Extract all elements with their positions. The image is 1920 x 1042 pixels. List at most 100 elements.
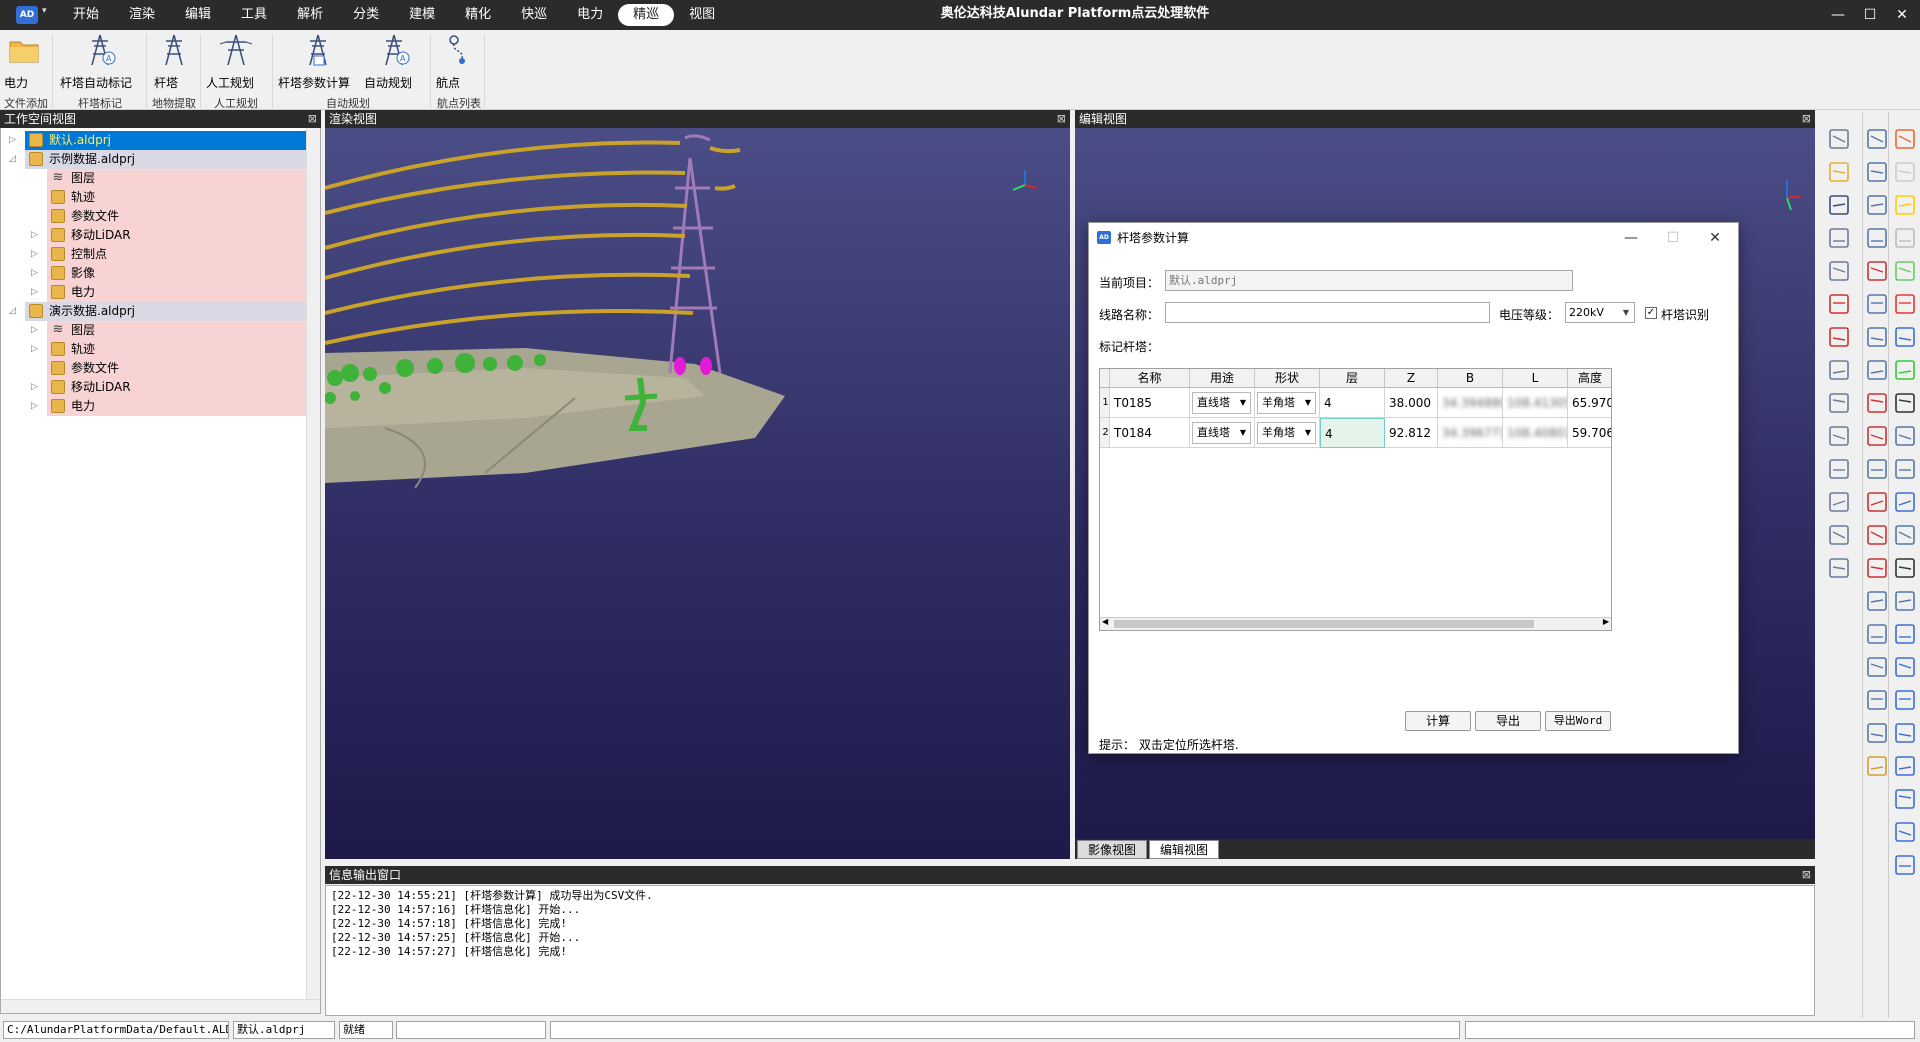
- col-use[interactable]: 用途: [1190, 369, 1255, 388]
- export-button[interactable]: 导出: [1475, 711, 1541, 731]
- edit-tool-icon[interactable]: [1864, 588, 1890, 614]
- cell-name[interactable]: T0185: [1110, 388, 1190, 418]
- expand-arrow-icon[interactable]: ▷: [31, 397, 38, 416]
- app-logo[interactable]: AD: [16, 6, 38, 24]
- edit-tool-icon[interactable]: [1864, 126, 1890, 152]
- edit-tool-icon[interactable]: [1864, 423, 1890, 449]
- waypoint-button[interactable]: 航点: [436, 32, 480, 92]
- expand-arrow-icon[interactable]: ▷: [31, 321, 38, 340]
- view-tool-icon[interactable]: [1826, 258, 1852, 284]
- voltage-select[interactable]: 220kV ▼: [1565, 302, 1635, 323]
- tab-power[interactable]: 电力: [562, 4, 618, 26]
- render-tool-icon[interactable]: [1892, 126, 1918, 152]
- edit-tool-icon[interactable]: [1864, 159, 1890, 185]
- view-tool-icon[interactable]: [1826, 423, 1852, 449]
- edit-tool-icon[interactable]: [1864, 489, 1890, 515]
- workspace-scrollbar[interactable]: [306, 128, 320, 1013]
- render-tool-icon[interactable]: [1892, 753, 1918, 779]
- cell-layer-selected[interactable]: 4: [1320, 418, 1385, 448]
- use-select[interactable]: 直线塔 ▼: [1192, 392, 1251, 414]
- edit-tool-icon[interactable]: [1864, 621, 1890, 647]
- render-tool-icon[interactable]: [1892, 258, 1918, 284]
- edit-tool-icon[interactable]: [1864, 258, 1890, 284]
- tab-edit-view[interactable]: 编辑视图: [1149, 840, 1220, 859]
- export-word-button[interactable]: 导出Word: [1545, 711, 1611, 731]
- tree-item[interactable]: ▷ 影像: [1, 264, 318, 283]
- tab-image-view[interactable]: 影像视图: [1077, 840, 1148, 859]
- dialog-maximize-icon[interactable]: ☐: [1658, 223, 1688, 253]
- minimize-icon[interactable]: —: [1826, 4, 1850, 26]
- view-tool-icon[interactable]: [1826, 456, 1852, 482]
- cell-layer[interactable]: 4: [1320, 388, 1385, 418]
- auto-plan-button[interactable]: A 自动规划: [364, 32, 424, 92]
- view-tool-icon[interactable]: [1826, 357, 1852, 383]
- view-tool-icon[interactable]: [1826, 522, 1852, 548]
- render-tool-icon[interactable]: [1892, 489, 1918, 515]
- tree-item[interactable]: 参数文件: [1, 207, 318, 226]
- tree-item[interactable]: ◿ 示例数据.aldprj: [1, 150, 318, 169]
- render-tool-icon[interactable]: [1892, 291, 1918, 317]
- render-tool-icon[interactable]: [1892, 390, 1918, 416]
- tab-view[interactable]: 视图: [674, 4, 730, 26]
- workspace-hscrollbar[interactable]: [1, 999, 320, 1013]
- power-add-button[interactable]: 电力: [4, 32, 44, 92]
- dialog-minimize-icon[interactable]: —: [1616, 223, 1646, 253]
- cell-l[interactable]: 108.4130500: [1503, 388, 1568, 418]
- tab-fine-patrol[interactable]: 精巡: [618, 4, 675, 26]
- tab-quick-patrol[interactable]: 快巡: [506, 4, 562, 26]
- project-field[interactable]: 默认.aldprj: [1165, 270, 1573, 291]
- render-tool-icon[interactable]: [1892, 687, 1918, 713]
- tree-item[interactable]: ▷ 控制点: [1, 245, 318, 264]
- tab-refine[interactable]: 精化: [450, 4, 506, 26]
- cell-l[interactable]: 108.4080147: [1503, 418, 1568, 448]
- render-tool-icon[interactable]: [1892, 324, 1918, 350]
- edit-tool-icon[interactable]: [1864, 687, 1890, 713]
- expand-arrow-icon[interactable]: ◿: [9, 302, 16, 321]
- cell-b[interactable]: 34.3967718: [1438, 418, 1503, 448]
- render-tool-icon[interactable]: [1892, 720, 1918, 746]
- tower-button[interactable]: 杆塔: [154, 32, 194, 92]
- tree-item[interactable]: ≋ 图层: [1, 169, 318, 188]
- cell-use[interactable]: 直线塔 ▼: [1190, 388, 1255, 418]
- tab-classify[interactable]: 分类: [338, 4, 394, 26]
- tree-item[interactable]: ▷ 默认.aldprj: [1, 131, 318, 150]
- scroll-left-icon[interactable]: ◀: [1102, 617, 1108, 626]
- cell-b[interactable]: 34.3948800: [1438, 388, 1503, 418]
- edit-tool-icon[interactable]: [1864, 753, 1890, 779]
- tab-start[interactable]: 开始: [58, 4, 114, 26]
- tab-tools[interactable]: 工具: [226, 4, 282, 26]
- cell-use[interactable]: 直线塔 ▼: [1190, 418, 1255, 448]
- render-tool-icon[interactable]: [1892, 786, 1918, 812]
- cell-height[interactable]: 65.970: [1568, 388, 1611, 418]
- render-tool-icon[interactable]: [1892, 357, 1918, 383]
- render-tool-icon[interactable]: [1892, 555, 1918, 581]
- calculate-button[interactable]: 计算: [1405, 711, 1471, 731]
- tree-item[interactable]: ▷ 电力: [1, 397, 318, 416]
- edit-tool-icon[interactable]: [1864, 654, 1890, 680]
- dialog-titlebar[interactable]: AD 杆塔参数计算 — ☐ ✕: [1089, 223, 1738, 253]
- render-tool-icon[interactable]: [1892, 225, 1918, 251]
- view-tool-icon[interactable]: [1826, 390, 1852, 416]
- tree-item[interactable]: ▷ 移动LiDAR: [1, 226, 318, 245]
- col-b[interactable]: B: [1438, 369, 1503, 388]
- edit-tool-icon[interactable]: [1864, 555, 1890, 581]
- edit-tool-icon[interactable]: [1864, 291, 1890, 317]
- render-tool-icon[interactable]: [1892, 819, 1918, 845]
- tower-recog-checkbox[interactable]: ✓: [1645, 307, 1657, 319]
- tree-item[interactable]: ▷ 电力: [1, 283, 318, 302]
- expand-arrow-icon[interactable]: ▷: [31, 226, 38, 245]
- point-cloud-scene[interactable]: [324, 128, 1070, 859]
- row-header[interactable]: 2: [1100, 418, 1110, 448]
- view-tool-icon[interactable]: [1826, 192, 1852, 218]
- col-z[interactable]: Z: [1385, 369, 1438, 388]
- tree-item[interactable]: ◿ 演示数据.aldprj: [1, 302, 318, 321]
- cell-z[interactable]: 38.000: [1385, 388, 1438, 418]
- tree-item[interactable]: ▷ 移动LiDAR: [1, 378, 318, 397]
- tab-modeling[interactable]: 建模: [394, 4, 450, 26]
- expand-arrow-icon[interactable]: ▷: [31, 264, 38, 283]
- scroll-thumb[interactable]: [1114, 620, 1534, 628]
- close-icon[interactable]: ✕: [1890, 4, 1914, 26]
- col-name[interactable]: 名称: [1110, 369, 1190, 388]
- view-tool-icon[interactable]: [1826, 555, 1852, 581]
- cell-z[interactable]: 92.812: [1385, 418, 1438, 448]
